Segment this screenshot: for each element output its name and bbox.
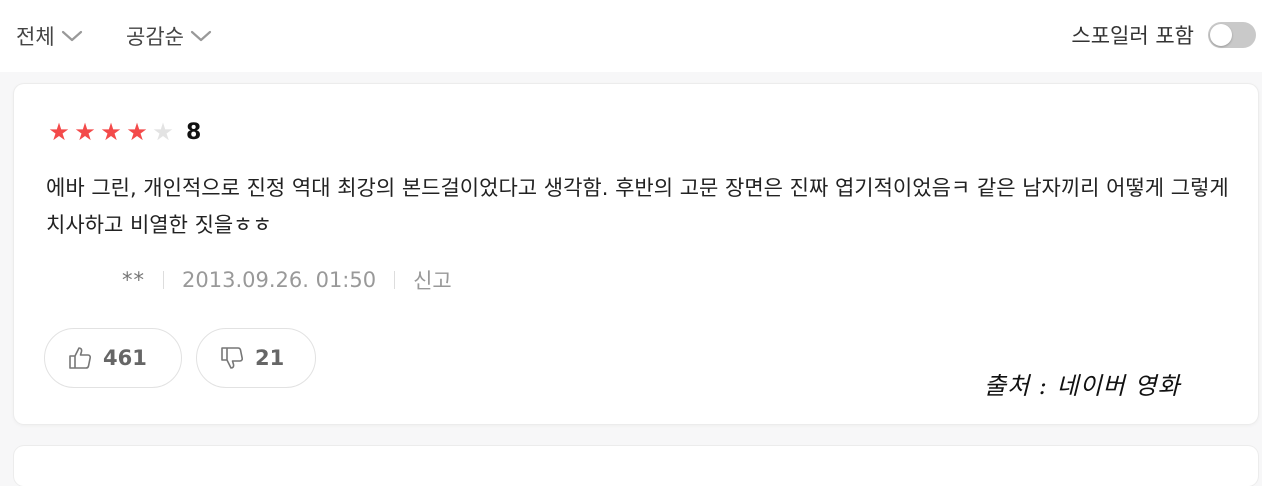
- review-date: 2013.09.26. 01:50: [182, 268, 377, 292]
- spoiler-filter: 스포일러 포함: [1071, 18, 1256, 52]
- dislike-count: 21: [255, 346, 285, 370]
- filter-all-label: 전체: [16, 25, 55, 49]
- toggle-knob: [1210, 24, 1232, 46]
- source-caption: 출처 : 네이버 영화: [984, 372, 1181, 400]
- star-empty-icon: ★: [152, 118, 174, 146]
- star-filled-icon: ★: [126, 118, 148, 146]
- like-count: 461: [103, 346, 147, 370]
- star-rating: ★ ★ ★ ★ ★ 8: [46, 118, 201, 146]
- meta-divider: [394, 271, 396, 289]
- star-filled-icon: ★: [48, 118, 70, 146]
- thumbs-down-icon: [221, 347, 244, 369]
- star-filled-icon: ★: [100, 118, 122, 146]
- chevron-down-icon: [61, 30, 82, 42]
- report-link[interactable]: 신고: [413, 265, 452, 295]
- sort-label: 공감순: [126, 25, 184, 49]
- like-button[interactable]: 461: [44, 328, 182, 388]
- meta-divider: [163, 271, 164, 289]
- sort-dropdown[interactable]: 공감순: [126, 20, 212, 52]
- review-text: 에바 그린, 개인적으로 진정 역대 최강의 본드걸이었다고 생각함. 후반의 …: [46, 176, 1229, 237]
- star-filled-icon: ★: [74, 118, 96, 146]
- filter-bar: 전체 공감순 스포일러 포함: [0, 0, 1262, 72]
- filter-all-dropdown[interactable]: 전체: [16, 20, 83, 52]
- spoiler-label: 스포일러 포함: [1071, 24, 1194, 48]
- next-review-card: [14, 446, 1258, 486]
- dislike-button[interactable]: 21: [196, 328, 316, 388]
- spoiler-toggle[interactable]: [1208, 22, 1256, 48]
- review-card: ★ ★ ★ ★ ★ 8 에바 그린, 개인적으로 진정 역대 최강의 본드걸이었…: [14, 84, 1258, 424]
- rating-score: 8: [186, 119, 202, 145]
- thumbs-up-icon: [69, 347, 92, 369]
- review-meta: ** 2013.09.26. 01:50 신고: [122, 264, 452, 296]
- author-id: **: [122, 268, 145, 292]
- chevron-down-icon: [190, 30, 212, 42]
